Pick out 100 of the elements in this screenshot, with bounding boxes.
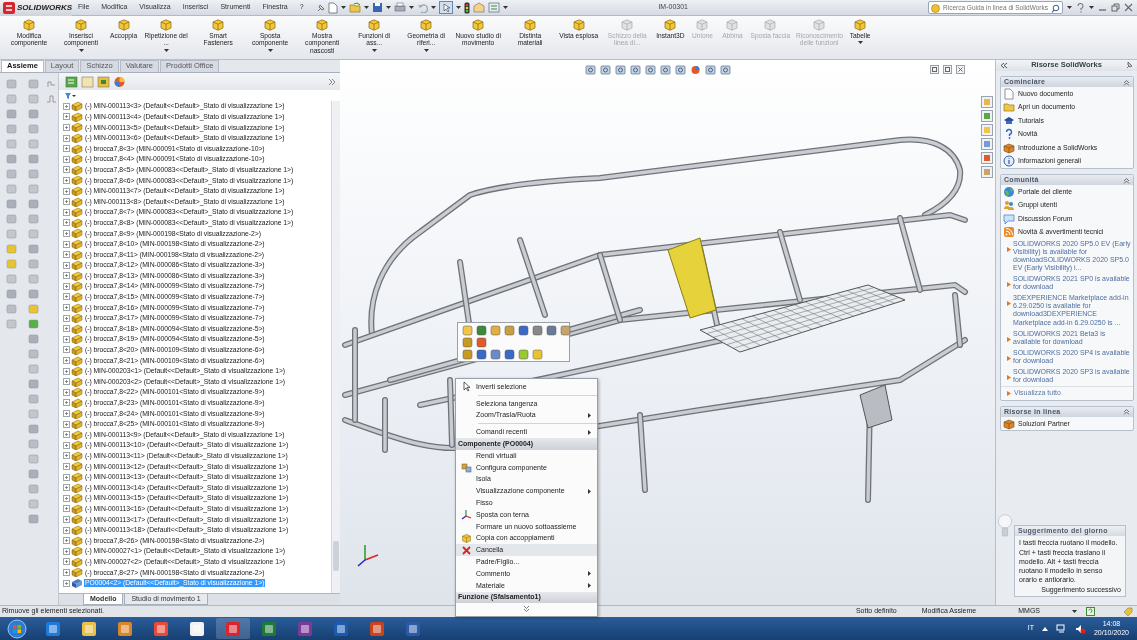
- expand-icon[interactable]: [63, 166, 70, 174]
- taskbar-app-icon[interactable]: [153, 620, 169, 637]
- toolbar-icon[interactable]: [5, 109, 17, 119]
- expand-icon[interactable]: [63, 463, 70, 470]
- toolbar-icon[interactable]: [27, 499, 39, 509]
- tool-icon[interactable]: [532, 325, 543, 336]
- expand-icon[interactable]: [63, 272, 70, 280]
- toolbar-icon[interactable]: [27, 199, 39, 209]
- close-icon[interactable]: [956, 65, 965, 74]
- expand-icon[interactable]: [63, 410, 70, 417]
- collapse-chevron-icon[interactable]: [1123, 408, 1130, 416]
- toolbar-icon[interactable]: [5, 259, 17, 269]
- caret-icon[interactable]: [363, 6, 369, 9]
- toolbar-icon[interactable]: [45, 79, 57, 89]
- taskbar-app-icon[interactable]: [189, 620, 205, 637]
- expand-icon[interactable]: [63, 484, 70, 492]
- caret-icon[interactable]: [408, 6, 414, 9]
- toolbar-icon[interactable]: [5, 139, 17, 149]
- tool-icon[interactable]: [518, 349, 529, 360]
- tool-icon[interactable]: [560, 325, 571, 336]
- scrollbar[interactable]: [331, 101, 340, 593]
- feature-tree-icon[interactable]: [65, 75, 78, 88]
- expand-icon[interactable]: [63, 579, 70, 587]
- taskbar-app-icon[interactable]: [45, 620, 61, 637]
- expand-icon[interactable]: [63, 314, 70, 322]
- toolbar-icon[interactable]: [5, 169, 17, 179]
- toolbar-icon[interactable]: [27, 364, 39, 374]
- folder-icon[interactable]: [981, 124, 993, 136]
- tool-icon[interactable]: [462, 325, 473, 336]
- expand-icon[interactable]: [63, 378, 70, 386]
- toolbar-icon[interactable]: [27, 274, 39, 284]
- toolbar-icon[interactable]: [5, 274, 17, 284]
- toolbar-icon[interactable]: [27, 184, 39, 194]
- toolbar-icon[interactable]: [27, 244, 39, 254]
- toolbar-icon[interactable]: [5, 94, 17, 104]
- expand-icon[interactable]: [63, 441, 70, 449]
- expand-icon[interactable]: [63, 515, 70, 523]
- expand-icon[interactable]: [63, 198, 70, 206]
- caret-icon[interactable]: [423, 48, 429, 52]
- tool-icon[interactable]: [476, 337, 487, 348]
- tool-icon[interactable]: [462, 337, 473, 348]
- taskbar-app-icon[interactable]: [369, 620, 385, 637]
- start-icon[interactable]: [7, 618, 27, 639]
- toolbar-icon[interactable]: [27, 214, 39, 224]
- toolbar-icon[interactable]: [27, 409, 39, 419]
- restore-icon[interactable]: [930, 65, 939, 74]
- toolbar-icon[interactable]: [27, 514, 39, 524]
- tool-icon[interactable]: [476, 325, 487, 336]
- toolbar-icon[interactable]: [27, 304, 39, 314]
- toolbar-icon[interactable]: [27, 229, 39, 239]
- toolbar-icon[interactable]: [27, 79, 39, 89]
- taskbar-app-icon[interactable]: [405, 620, 421, 637]
- tool-icon[interactable]: [490, 325, 501, 336]
- expand-icon[interactable]: [63, 155, 70, 163]
- network-icon[interactable]: [1055, 623, 1067, 634]
- select-pointer-icon[interactable]: [438, 1, 453, 14]
- expand-icon[interactable]: [63, 304, 70, 312]
- expand-icon[interactable]: [63, 537, 70, 545]
- taskbar-app-icon[interactable]: [81, 620, 97, 637]
- toolbar-icon[interactable]: [5, 199, 17, 209]
- toolbar-icon[interactable]: [5, 214, 17, 224]
- toolbar-icon[interactable]: [27, 484, 39, 494]
- expand-icon[interactable]: [63, 367, 70, 375]
- print-icon[interactable]: [393, 2, 406, 13]
- expand-icon[interactable]: [63, 293, 70, 301]
- expand-icon[interactable]: [63, 357, 70, 365]
- toolbar-icon[interactable]: [27, 289, 39, 299]
- expand-icon[interactable]: [63, 325, 70, 333]
- expand-icon[interactable]: [63, 505, 70, 513]
- maximize-icon[interactable]: [943, 65, 952, 74]
- expand-icon[interactable]: [63, 526, 70, 534]
- toolbar-icon[interactable]: [27, 349, 39, 359]
- tool-icon[interactable]: [462, 349, 473, 360]
- tool-icon[interactable]: [518, 325, 529, 336]
- expand-icon[interactable]: [63, 282, 70, 290]
- caret-icon[interactable]: [1089, 6, 1094, 9]
- expand-panel-icon[interactable]: [328, 77, 336, 86]
- pin-icon[interactable]: [315, 2, 325, 13]
- expand-icon[interactable]: [63, 145, 70, 153]
- expand-icon[interactable]: [63, 558, 70, 566]
- expand-icon[interactable]: [63, 473, 70, 481]
- toolbar-icon[interactable]: [27, 259, 39, 269]
- expand-icon[interactable]: [63, 124, 70, 131]
- taskbar-app-icon[interactable]: [297, 620, 313, 637]
- collapse-chevron-icon[interactable]: [1123, 78, 1130, 86]
- caret-icon[interactable]: [385, 6, 391, 9]
- caret-icon[interactable]: [163, 48, 169, 52]
- close-icon[interactable]: [1124, 3, 1133, 12]
- toolbar-icon[interactable]: [27, 469, 39, 479]
- caret-icon[interactable]: [1072, 610, 1077, 613]
- caret-icon[interactable]: [455, 6, 461, 9]
- tool-icon[interactable]: [532, 349, 543, 360]
- caret-icon[interactable]: [267, 48, 273, 52]
- toolbar-icon[interactable]: [27, 139, 39, 149]
- traffic-light-icon[interactable]: [463, 1, 470, 14]
- toolbar-icon[interactable]: [5, 229, 17, 239]
- taskbar-app-icon[interactable]: [261, 620, 277, 637]
- toolbar-icon[interactable]: [45, 94, 57, 104]
- expand-icon[interactable]: [63, 388, 70, 396]
- toolbar-icon[interactable]: [27, 169, 39, 179]
